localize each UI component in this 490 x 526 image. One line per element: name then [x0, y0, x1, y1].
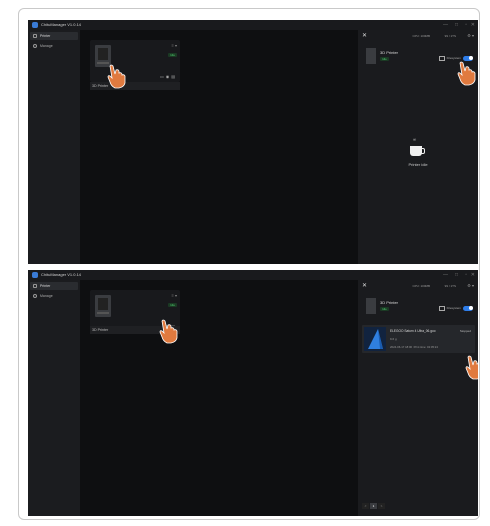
sidebar: Printer Manage	[28, 30, 80, 264]
main-area: ≡ ▾ Idle ▭◉▤ 3D Printer	[80, 280, 358, 516]
app-title: ChituManager V1.0.14	[41, 272, 82, 277]
printer-name: 3D Printer	[90, 82, 180, 90]
panel-printer-thumbnail	[366, 48, 376, 64]
screenshot-top: ChituManager V1.0.14 — □ ▫ ✕ Printer Man…	[28, 20, 478, 264]
filesystem-toggle[interactable]	[463, 305, 473, 311]
card-menu-icon[interactable]: ≡ ▾	[172, 293, 177, 298]
maximize-button[interactable]: □	[455, 271, 458, 279]
status-badge: Idle	[168, 303, 177, 307]
panel-menu-icon[interactable]: ⚙ ▾	[467, 283, 474, 289]
file-meta: 2024-06-17 18:00 Print time: 02:05:24	[390, 345, 438, 349]
file-list-item[interactable]: ELEGOO Saturn 4 Ultra_06.goo 9.6 g 2024-…	[362, 325, 475, 353]
idle-text: Printer idle	[408, 162, 428, 167]
prev-page-button[interactable]: <	[362, 503, 369, 509]
close-button[interactable]: ✕	[471, 271, 475, 279]
file-size: 9.6 g	[390, 337, 397, 341]
pointer-hand-icon	[107, 64, 126, 89]
printer-panel: ✕ CPU: 100MB 99 / 1TS ⚙ ▾ 3D Printer Idl…	[358, 280, 478, 516]
file-thumbnail	[364, 327, 386, 351]
sidebar-item-printer[interactable]: Printer	[30, 32, 78, 40]
steam-icon: ꟹ	[413, 138, 417, 144]
filesystem-label: Filesystem	[446, 306, 461, 310]
model-preview-icon	[368, 329, 383, 349]
file-name: ELEGOO Saturn 4 Ultra_06.goo	[390, 329, 436, 333]
pointer-hand-icon	[465, 355, 478, 380]
restore-button[interactable]: ▫	[465, 21, 467, 29]
status-badge: Idle	[168, 53, 177, 57]
panel-menu-icon[interactable]: ⚙ ▾	[467, 33, 474, 39]
app-logo-icon	[32, 22, 38, 28]
cpu-stat: CPU: 100MB	[412, 284, 430, 288]
printer-card[interactable]: ≡ ▾ Idle ▭◉▤	[90, 40, 180, 82]
title-bar: ChituManager V1.0.14 — □ ▫ ✕	[28, 20, 478, 30]
restore-button[interactable]: ▫	[465, 271, 467, 279]
next-page-button[interactable]: >	[378, 503, 385, 509]
panel-status-badge: Idle	[380, 57, 389, 61]
sidebar-item-printer[interactable]: Printer	[30, 282, 78, 290]
panel-close-button[interactable]: ✕	[362, 282, 367, 290]
pointer-hand-icon	[457, 61, 476, 86]
memory-stat: 99 / 1TS	[444, 34, 456, 38]
page-1-button[interactable]: 1	[370, 503, 377, 509]
sidebar-item-manage[interactable]: Manage	[30, 292, 78, 300]
file-date: 2024-06-17 18:00	[390, 345, 413, 349]
gear-icon	[33, 44, 37, 48]
app-title: ChituManager V1.0.14	[41, 22, 82, 27]
main-area: ≡ ▾ Idle ▭◉▤ 3D Printer	[80, 30, 358, 264]
close-button[interactable]: ✕	[471, 21, 475, 29]
panel-printer-name: 3D Printer	[380, 50, 399, 55]
memory-stat: 99 / 1TS	[444, 284, 456, 288]
card-menu-icon[interactable]: ≡ ▾	[172, 43, 177, 48]
printer-icon	[33, 284, 37, 288]
card-actions: ▭◉▤	[160, 74, 177, 79]
gear-icon	[33, 294, 37, 298]
panel-printer-name: 3D Printer	[380, 300, 399, 305]
app-logo-icon	[32, 272, 38, 278]
files-icon[interactable]: ▤	[171, 74, 177, 79]
camera-icon[interactable]	[438, 55, 445, 61]
printer-thumbnail	[95, 295, 111, 317]
file-print-time: Print time: 02:05:24	[413, 345, 438, 349]
coffee-cup-icon	[410, 146, 425, 156]
maximize-button[interactable]: □	[455, 21, 458, 29]
minimize-button[interactable]: —	[443, 21, 448, 29]
pointer-hand-icon	[159, 319, 178, 344]
pagination: <1 >	[362, 503, 386, 510]
panel-printer-thumbnail	[366, 298, 376, 314]
filesystem-toggle-group: Filesystem	[438, 305, 473, 311]
file-action-button[interactable]: Stopped	[460, 329, 471, 333]
cpu-stat: CPU: 100MB	[412, 34, 430, 38]
screenshot-bottom: ChituManager V1.0.14 — □ ▫ ✕ Printer Man…	[28, 270, 478, 516]
camera-icon[interactable]	[438, 305, 445, 311]
printer-panel: ✕ CPU: 100MB 99 / 1TS ⚙ ▾ 3D Printer Idl…	[358, 30, 478, 264]
title-bar: ChituManager V1.0.14 — □ ▫ ✕	[28, 270, 478, 280]
sidebar-item-manage[interactable]: Manage	[30, 42, 78, 50]
sidebar: Printer Manage	[28, 280, 80, 516]
panel-status-badge: Idle	[380, 307, 389, 311]
minimize-button[interactable]: —	[443, 271, 448, 279]
panel-close-button[interactable]: ✕	[362, 32, 367, 40]
printer-icon	[33, 34, 37, 38]
